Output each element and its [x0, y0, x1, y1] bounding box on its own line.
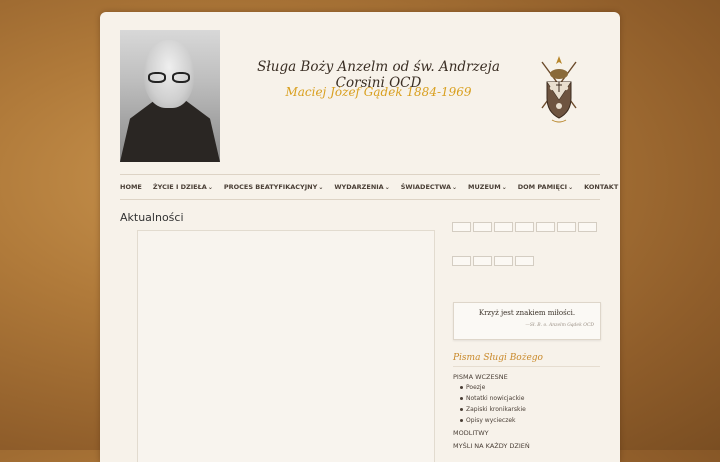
social-icon-slot[interactable]	[515, 256, 534, 266]
nav-item-label: ŻYCIE I DZIEŁA	[152, 183, 207, 191]
nav-item-proces-beatyfikacyjny[interactable]: PROCES BEATYFIKACYJNY⌄	[224, 183, 324, 191]
chevron-down-icon: ⌄	[501, 184, 507, 191]
main-navigation: HOME ŻYCIE I DZIEŁA⌄ PROCES BEATYFIKACYJ…	[120, 174, 620, 200]
list-item[interactable]: Poezje	[460, 382, 526, 393]
writings-list: Poezje Notatki nowicjackie Zapiski kroni…	[460, 382, 526, 426]
nav-item-label: WYDARZENIA	[334, 183, 384, 191]
nav-item-home[interactable]: HOME	[120, 183, 142, 191]
divider	[453, 366, 600, 367]
portrait-glasses	[148, 72, 192, 84]
site-subtitle: Maciej Józef Gądek 1884-1969	[285, 85, 472, 99]
nav-item-zycie-i-dziela[interactable]: ŻYCIE I DZIEŁA⌄	[153, 183, 213, 191]
nav-item-label: HOME	[120, 183, 142, 191]
social-icon-slot[interactable]	[452, 256, 471, 266]
social-icon-slot[interactable]	[515, 222, 534, 232]
social-icon-slot[interactable]	[536, 222, 555, 232]
nav-item-label: PROCES BEATYFIKACYJNY	[223, 183, 318, 191]
quote-widget: Krzyż jest znakiem miłości. —Sł. B. o. A…	[453, 302, 601, 340]
chevron-down-icon: ⌄	[318, 184, 324, 191]
chevron-down-icon: ⌄	[384, 184, 390, 191]
list-item[interactable]: Opisy wycieczek	[460, 415, 526, 426]
social-icons-row-2	[452, 256, 536, 266]
quote-text: Krzyż jest znakiem miłości.	[478, 309, 576, 317]
nav-item-label: ŚWIADECTWA	[400, 183, 451, 191]
social-icon-slot[interactable]	[494, 256, 513, 266]
chevron-down-icon: ⌄	[452, 184, 458, 191]
social-icon-slot[interactable]	[473, 222, 492, 232]
nav-item-kontakt[interactable]: KONTAKT⌄	[584, 183, 620, 191]
social-icon-slot[interactable]	[473, 256, 492, 266]
chevron-down-icon: ⌄	[207, 184, 213, 191]
list-item[interactable]: Notatki nowicjackie	[460, 393, 526, 404]
portrait-photo	[120, 30, 220, 162]
category-modlitwy[interactable]: MODLITWY	[453, 429, 489, 437]
nav-item-label: MUZEUM	[468, 183, 501, 191]
nav-item-label: DOM PAMIĘCI	[517, 183, 568, 191]
page-container: Sługa Boży Anzelm od św. Andrzeja Corsin…	[100, 12, 620, 462]
chevron-down-icon: ⌄	[619, 184, 620, 191]
social-icon-slot[interactable]	[494, 222, 513, 232]
quote-author: —Sł. B. o. Anzelm Gądek OCD	[525, 323, 594, 328]
list-item[interactable]: Zapiski kronikarskie	[460, 404, 526, 415]
nav-item-dom-pamieci[interactable]: DOM PAMIĘCI⌄	[518, 183, 573, 191]
category-pisma-wczesne[interactable]: PISMA WCZESNE	[453, 373, 508, 381]
nav-item-muzeum[interactable]: MUZEUM⌄	[468, 183, 507, 191]
nav-item-swiadectwa[interactable]: ŚWIADECTWA⌄	[401, 183, 457, 191]
social-icon-slot[interactable]	[578, 222, 597, 232]
category-mysli-na-kazdy-dzien[interactable]: MYŚLI NA KAŻDY DZIEŃ	[453, 442, 530, 450]
social-icon-slot[interactable]	[452, 222, 471, 232]
content-frame	[137, 230, 435, 462]
portrait-robe	[120, 100, 220, 162]
writings-heading: Pisma Sługi Bożego	[453, 353, 543, 363]
social-icons-row-1	[452, 222, 599, 232]
chevron-down-icon: ⌄	[568, 184, 574, 191]
nav-item-label: KONTAKT	[584, 183, 619, 191]
page-title: Aktualności	[120, 211, 184, 224]
social-icon-slot[interactable]	[557, 222, 576, 232]
carmelite-crest-icon	[541, 56, 577, 123]
nav-item-wydarzenia[interactable]: WYDARZENIA⌄	[334, 183, 389, 191]
